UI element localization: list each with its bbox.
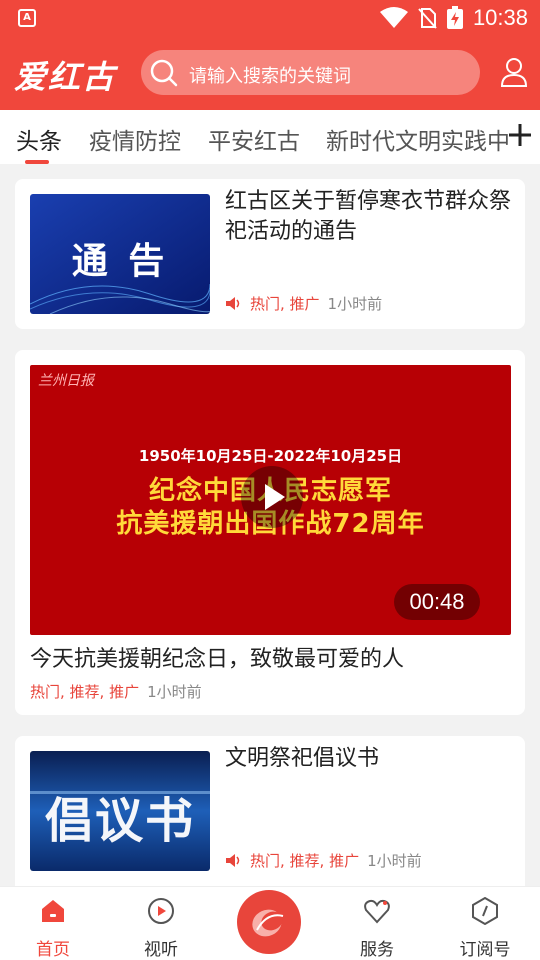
category-tabs: 头条 疫情防控 平安红古 新时代文明实践中 [0,110,540,164]
tab-epidemic[interactable]: 疫情防控 [89,122,181,156]
wifi-icon [380,7,408,28]
thumbnail-text: 通 告 [71,241,169,282]
search-placeholder: 请输入搜索的关键词 [189,66,351,87]
app-header: A 10:38 爱红古 请输入搜索的关键词 [0,0,540,110]
thumbnail-text: 倡议书 [44,793,195,849]
home-icon [42,900,64,922]
video-brand: 兰州日报 [38,373,94,389]
news-meta: 热门, 推荐, 推广 1小时前 [225,850,422,871]
news-meta: 热门, 推广 1小时前 [225,293,382,314]
search-icon [150,59,178,87]
video-tags: 热门, 推荐, 推广 [30,683,140,701]
play-button[interactable] [241,466,303,528]
news-time: 1小时前 [367,852,422,870]
play-circle-icon [148,898,174,924]
news-card[interactable]: 倡议书 文明祭祀倡议书 热门, 推荐, 推广 1小时前 [15,736,525,886]
video-meta: 热门, 推荐, 推广 1小时前 [30,681,202,702]
video-player[interactable]: 兰州日报 1950年10月25日-2022年10月25日 纪念中国人民志愿军 抗… [30,365,511,635]
nav-home[interactable]: 首页 [13,887,93,960]
compass-icon [472,897,498,925]
add-tab-icon[interactable] [507,122,533,148]
tab-headlines[interactable]: 头条 [16,122,62,156]
video-duration: 00:48 [394,584,480,620]
nav-services[interactable]: 服务 [337,887,417,960]
nav-media-label: 视听 [144,940,178,960]
user-icon[interactable] [500,57,528,87]
nav-subscriptions[interactable]: 订阅号 [445,887,525,960]
news-tags: 热门, 推广 [250,295,320,313]
app-logo: 爱红古 [14,58,117,96]
speaker-icon [226,297,240,310]
video-date: 1950年10月25日-2022年10月25日 [138,447,403,465]
center-logo-icon [252,909,284,937]
status-bar: A 10:38 [0,0,540,36]
no-sim-icon [418,8,437,29]
active-tab-indicator [25,160,49,164]
news-card[interactable]: 通 告 红古区关于暂停寒衣节群众祭祀活动的通告 热门, 推广 1小时前 [15,179,525,329]
tab-civilization[interactable]: 新时代文明实践中 [326,122,510,156]
news-thumbnail: 倡议书 [30,751,210,871]
battery-charging-icon [447,6,463,29]
status-time: 10:38 [472,5,528,30]
tab-safety[interactable]: 平安红古 [208,122,300,156]
heart-icon [364,899,390,924]
nav-services-label: 服务 [360,940,394,960]
news-tags: 热门, 推荐, 推广 [250,852,360,870]
search-bar[interactable]: 请输入搜索的关键词 [141,50,480,95]
app-notification-icon: A [18,9,36,27]
speaker-icon [226,854,240,867]
news-time: 1小时前 [327,295,383,313]
nav-home-label: 首页 [36,940,70,960]
news-title: 红古区关于暂停寒衣节群众祭祀活动的通告 [225,189,512,244]
news-thumbnail: 通 告 [30,194,210,314]
nav-subscriptions-label: 订阅号 [459,940,511,960]
play-icon [265,484,285,510]
video-time: 1小时前 [147,683,202,701]
video-title: 今天抗美援朝纪念日，致敬最可爱的人 [30,647,405,672]
nav-center-button[interactable] [237,890,301,954]
nav-media[interactable]: 视听 [121,887,201,960]
video-card[interactable]: 兰州日报 1950年10月25日-2022年10月25日 纪念中国人民志愿军 抗… [15,350,525,715]
news-title: 文明祭祀倡议书 [225,746,380,771]
